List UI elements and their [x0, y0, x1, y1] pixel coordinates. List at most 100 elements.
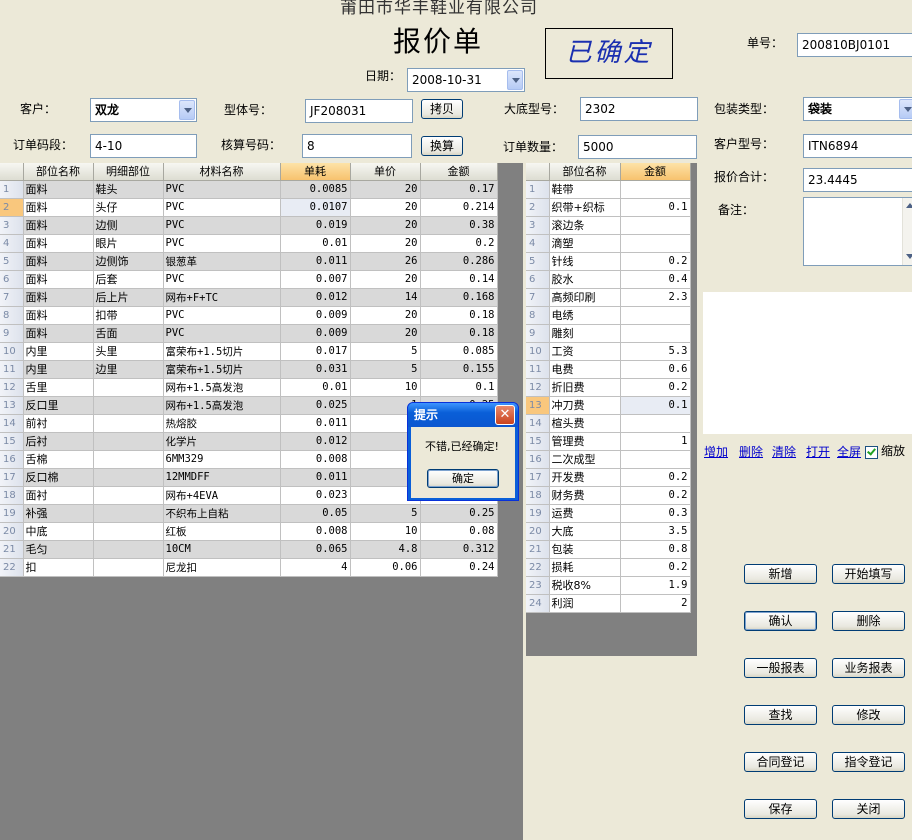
col-header[interactable]: 金额: [420, 163, 498, 181]
table-row[interactable]: 23 税收8% 1.9: [526, 576, 691, 595]
part-name-cell[interactable]: 面料: [23, 306, 94, 325]
row-number[interactable]: 7: [526, 288, 550, 307]
unit-price-cell[interactable]: 0.06: [350, 558, 421, 577]
material-cell[interactable]: 红板: [163, 522, 281, 541]
row-number[interactable]: 19: [0, 504, 24, 523]
material-cell[interactable]: PVC: [163, 216, 281, 235]
consumption-cell[interactable]: 0.0085: [280, 180, 351, 199]
table-row[interactable]: 9 雕刻: [526, 324, 691, 343]
cost-item-cell[interactable]: 开发费: [549, 468, 621, 487]
consumption-cell[interactable]: 0.012: [280, 288, 351, 307]
material-cell[interactable]: PVC: [163, 180, 281, 199]
material-cell[interactable]: 网布+F+TC: [163, 288, 281, 307]
customer-combo[interactable]: 双龙: [90, 98, 197, 122]
cost-amount-cell[interactable]: 0.8: [620, 540, 691, 559]
consumption-cell[interactable]: 0.065: [280, 540, 351, 559]
amount-cell[interactable]: 0.312: [420, 540, 498, 559]
save-button[interactable]: 保存: [744, 799, 817, 819]
row-number[interactable]: 22: [526, 558, 550, 577]
detail-part-cell[interactable]: [93, 504, 164, 523]
material-cell[interactable]: PVC: [163, 234, 281, 253]
detail-part-cell[interactable]: [93, 378, 164, 397]
table-row[interactable]: 14 楦头费: [526, 414, 691, 433]
delete-button[interactable]: 删除: [832, 611, 905, 631]
order-no-field[interactable]: 200810BJ0101: [797, 33, 912, 57]
table-row[interactable]: 2 面料 头仔 PVC 0.0107 20 0.214: [0, 198, 498, 217]
cost-item-cell[interactable]: 包装: [549, 540, 621, 559]
table-row[interactable]: 1 面料 鞋头 PVC 0.0085 20 0.17: [0, 180, 498, 199]
material-cell[interactable]: 12MMDFF: [163, 468, 281, 487]
cost-item-cell[interactable]: 高频印刷: [549, 288, 621, 307]
detail-part-cell[interactable]: [93, 468, 164, 487]
cost-amount-cell[interactable]: [620, 450, 691, 469]
modify-button[interactable]: 修改: [832, 705, 905, 725]
detail-part-cell[interactable]: 扣带: [93, 306, 164, 325]
cost-item-cell[interactable]: 滴塑: [549, 234, 621, 253]
row-number[interactable]: 2: [0, 198, 24, 217]
material-cell[interactable]: 10CM: [163, 540, 281, 559]
cost-item-cell[interactable]: 楦头费: [549, 414, 621, 433]
table-row[interactable]: 20 大底 3.5: [526, 522, 691, 541]
cost-item-cell[interactable]: 财务费: [549, 486, 621, 505]
cost-amount-cell[interactable]: 0.2: [620, 252, 691, 271]
row-number[interactable]: 1: [526, 180, 550, 199]
start-fill-button[interactable]: 开始填写: [832, 564, 905, 584]
amount-cell[interactable]: 0.286: [420, 252, 498, 271]
table-row[interactable]: 22 损耗 0.2: [526, 558, 691, 577]
unit-price-cell[interactable]: 20: [350, 324, 421, 343]
consumption-cell[interactable]: 0.008: [280, 522, 351, 541]
cost-amount-cell[interactable]: 0.3: [620, 504, 691, 523]
cost-item-cell[interactable]: 滚边条: [549, 216, 621, 235]
link-fullscreen[interactable]: 全屏: [837, 443, 861, 460]
cost-item-cell[interactable]: 管理费: [549, 432, 621, 451]
table-row[interactable]: 12 折旧费 0.2: [526, 378, 691, 397]
consumption-cell[interactable]: 0.009: [280, 324, 351, 343]
table-row[interactable]: 10 工资 5.3: [526, 342, 691, 361]
consumption-cell[interactable]: 0.011: [280, 252, 351, 271]
cost-amount-cell[interactable]: 0.1: [620, 396, 691, 415]
chevron-down-icon[interactable]: [899, 99, 912, 119]
part-name-cell[interactable]: 中底: [23, 522, 94, 541]
cost-amount-cell[interactable]: 0.1: [620, 198, 691, 217]
row-number[interactable]: 3: [526, 216, 550, 235]
unit-price-cell[interactable]: 14: [350, 288, 421, 307]
table-row[interactable]: 3 面料 边侧 PVC 0.019 20 0.38: [0, 216, 498, 235]
amount-cell[interactable]: 0.17: [420, 180, 498, 199]
cost-grid[interactable]: 部位名称 金额 1 鞋带 2 织带+织标 0.1 3 滚边条 4 滴塑 5 针线 0.2 6 胶水 0.4 7 高频…: [526, 163, 697, 656]
link-add[interactable]: 增加: [704, 443, 728, 460]
table-row[interactable]: 4 滴塑: [526, 234, 691, 253]
unit-price-cell[interactable]: 5: [350, 360, 421, 379]
table-row[interactable]: 15 管理费 1: [526, 432, 691, 451]
material-cell[interactable]: PVC: [163, 306, 281, 325]
detail-part-cell[interactable]: 头里: [93, 342, 164, 361]
part-name-cell[interactable]: 补强: [23, 504, 94, 523]
table-row[interactable]: 5 面料 边侧饰 银葱革 0.011 26 0.286: [0, 252, 498, 271]
table-row[interactable]: 7 面料 后上片 网布+F+TC 0.012 14 0.168: [0, 288, 498, 307]
table-header-row[interactable]: 部位名称 金额: [526, 163, 691, 181]
consumption-cell[interactable]: 0.023: [280, 486, 351, 505]
scroll-up-icon[interactable]: [906, 203, 912, 208]
cost-amount-cell[interactable]: 2: [620, 594, 691, 613]
cost-amount-cell[interactable]: [620, 324, 691, 343]
cost-amount-cell[interactable]: 1: [620, 432, 691, 451]
row-number[interactable]: 15: [0, 432, 24, 451]
cost-item-cell[interactable]: 针线: [549, 252, 621, 271]
detail-part-cell[interactable]: [93, 540, 164, 559]
table-row[interactable]: 11 内里 边里 富荣布+1.5切片 0.031 5 0.155: [0, 360, 498, 379]
row-number[interactable]: 6: [0, 270, 24, 289]
table-row[interactable]: 8 面料 扣带 PVC 0.009 20 0.18: [0, 306, 498, 325]
table-row[interactable]: 9 面料 舌面 PVC 0.009 20 0.18: [0, 324, 498, 343]
cost-amount-cell[interactable]: 0.2: [620, 468, 691, 487]
detail-part-cell[interactable]: 鞋头: [93, 180, 164, 199]
material-cell[interactable]: PVC: [163, 198, 281, 217]
cost-amount-cell[interactable]: [620, 306, 691, 325]
row-number[interactable]: 20: [0, 522, 24, 541]
link-delete[interactable]: 删除: [739, 443, 763, 460]
confirm-button[interactable]: 确认: [744, 611, 817, 631]
cost-item-cell[interactable]: 电费: [549, 360, 621, 379]
detail-part-cell[interactable]: [93, 396, 164, 415]
row-number[interactable]: 17: [526, 468, 550, 487]
consumption-cell[interactable]: 0.0107: [280, 198, 351, 217]
dialog-ok-button[interactable]: 确定: [427, 469, 499, 488]
detail-part-cell[interactable]: 头仔: [93, 198, 164, 217]
